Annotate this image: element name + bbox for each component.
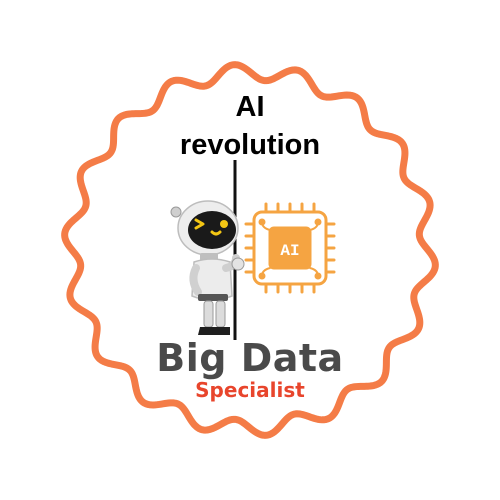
badge-graphic: AI <box>61 61 439 439</box>
chip-label: AI <box>280 242 299 260</box>
badge-title: AI revolution <box>100 88 400 164</box>
ai-chip-icon: AI <box>244 202 336 294</box>
brand-main-text: Big Data <box>156 336 344 380</box>
brand-sub-text: Specialist <box>195 378 305 402</box>
badge: AI AI revolution Big Data Specialist <box>0 0 500 500</box>
title-line-2: revolution <box>179 129 321 161</box>
title-line-1: AI <box>235 91 265 123</box>
robot-mascot-icon <box>170 200 245 335</box>
